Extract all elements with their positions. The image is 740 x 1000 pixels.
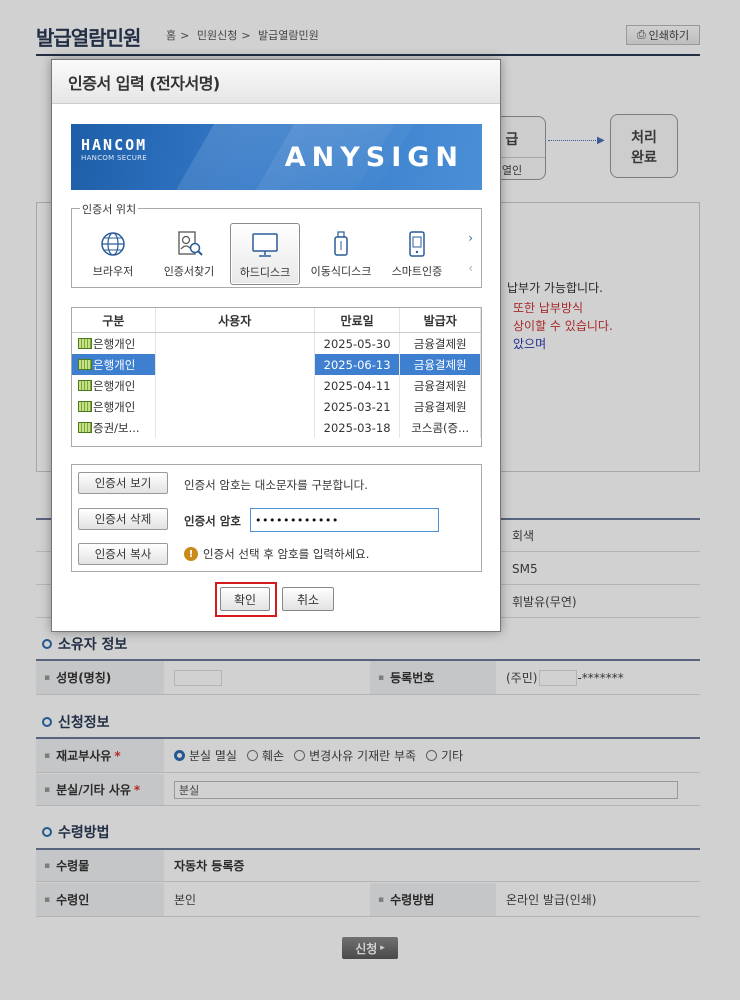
hancom-logo: HANCOM bbox=[81, 136, 148, 154]
view-cert-button[interactable]: 인증서 보기 bbox=[78, 472, 168, 494]
location-hard-disk[interactable]: 하드디스크 bbox=[230, 223, 300, 285]
certificate-icon bbox=[78, 359, 92, 370]
smartphone-icon bbox=[409, 231, 425, 257]
dialog-title: 인증서 입력 (전자서명) bbox=[52, 60, 500, 104]
globe-icon bbox=[101, 232, 125, 256]
location-browser[interactable]: 브라우저 bbox=[78, 223, 148, 285]
chevron-left-icon[interactable]: ‹ bbox=[468, 261, 473, 275]
certificate-icon bbox=[78, 338, 92, 349]
certificate-icon bbox=[78, 380, 92, 391]
cert-location-group: 인증서 위치 브라우저 인증서찾기 하드디스크 이동식디스크 스마트인증 › ‹ bbox=[71, 201, 482, 288]
password-panel: 인증서 보기 인증서 암호는 대소문자를 구분합니다. 인증서 삭제 인증서 암… bbox=[71, 464, 482, 572]
chevron-right-icon[interactable]: › bbox=[468, 231, 473, 245]
copy-cert-button[interactable]: 인증서 복사 bbox=[78, 543, 168, 565]
certificate-table: 구분 사용자 만료일 발급자 은행개인 2025-05-30 금융결제원 은행개… bbox=[71, 307, 482, 447]
delete-cert-button[interactable]: 인증서 삭제 bbox=[78, 508, 168, 530]
anysign-banner: HANCOM HANCOM SECURE ANYSIGN bbox=[71, 124, 482, 190]
monitor-icon bbox=[252, 233, 278, 257]
hancom-logo-sub: HANCOM SECURE bbox=[81, 154, 148, 162]
certificate-table-header: 구분 사용자 만료일 발급자 bbox=[72, 308, 481, 333]
anysign-logo: ANYSIGN bbox=[284, 142, 464, 173]
certificate-row[interactable]: 은행개인 2025-04-11 금융결제원 bbox=[72, 375, 481, 396]
certificate-row[interactable]: 은행개인 2025-03-21 금융결제원 bbox=[72, 396, 481, 417]
certificate-row[interactable]: 은행개인 2025-05-30 금융결제원 bbox=[72, 333, 481, 354]
certificate-icon bbox=[78, 422, 92, 433]
cancel-button[interactable]: 취소 bbox=[282, 587, 334, 611]
cert-search-icon bbox=[178, 231, 203, 256]
ok-button[interactable]: 확인 bbox=[220, 587, 270, 611]
location-cert-search[interactable]: 인증서찾기 bbox=[154, 223, 224, 285]
warning-icon: ! bbox=[184, 547, 198, 561]
password-input[interactable]: •••••••••••• bbox=[250, 508, 439, 532]
certificate-row[interactable]: 증권/보... 2025-03-18 코스콤(증... bbox=[72, 417, 481, 438]
location-removable-disk[interactable]: 이동식디스크 bbox=[306, 223, 376, 285]
warning-message: ! 인증서 선택 후 암호를 입력하세요. bbox=[184, 546, 369, 562]
usb-icon bbox=[334, 231, 348, 256]
certificate-row-selected[interactable]: 은행개인 2025-06-13 금융결제원 bbox=[72, 354, 481, 375]
certificate-icon bbox=[78, 401, 92, 412]
location-smart-cert[interactable]: 스마트인증 bbox=[382, 223, 452, 285]
password-label: 인증서 암호 bbox=[184, 514, 241, 528]
certificate-dialog: 인증서 입력 (전자서명) HANCOM HANCOM SECURE ANYSI… bbox=[51, 59, 501, 632]
case-sensitive-note: 인증서 암호는 대소문자를 구분합니다. bbox=[184, 478, 368, 492]
